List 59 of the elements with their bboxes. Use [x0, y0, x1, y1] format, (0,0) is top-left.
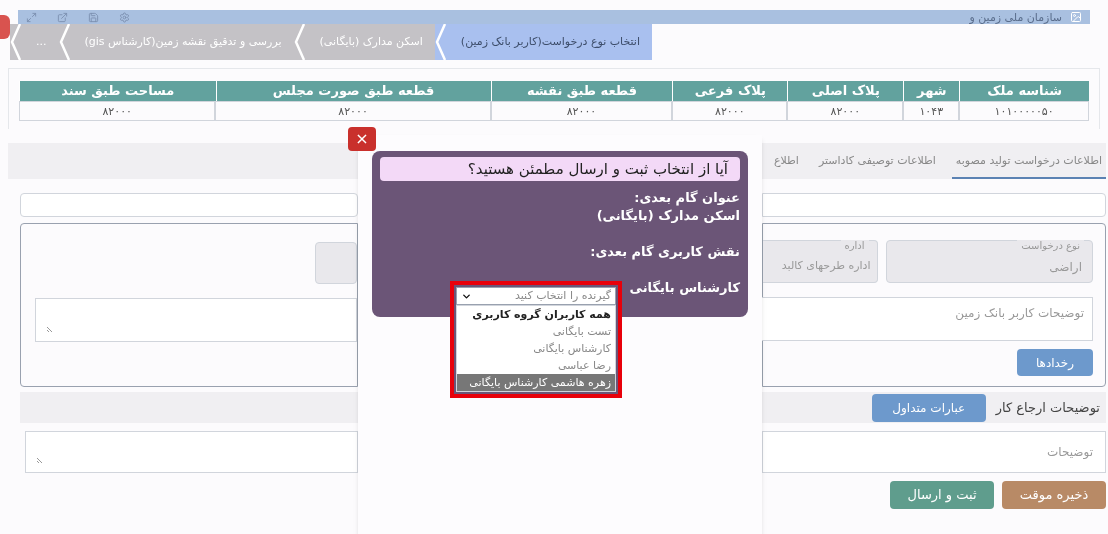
- table-cell: ۸۲۰۰۰: [490, 101, 673, 121]
- table-cell: ۱۰۱۰۰۰۰۰۵۰: [959, 101, 1089, 121]
- phrases-button[interactable]: عبارات متداول: [871, 393, 986, 422]
- alert-badge: [0, 15, 10, 39]
- field-label: اداره: [840, 240, 869, 252]
- breadcrumb-step[interactable]: بررسی و تدقیق نقشه زمین(کارشناس gis): [72, 24, 294, 60]
- save-icon[interactable]: [88, 11, 99, 23]
- save-draft-button[interactable]: ذخیره موقت: [1002, 481, 1106, 509]
- resize-handle-icon[interactable]: [46, 325, 54, 333]
- bank-notes-field[interactable]: توضیحات کاربر بانک زمین: [759, 297, 1093, 341]
- breadcrumb-step[interactable]: اسکن مدارک (بایگانی): [307, 24, 435, 60]
- field-value: اراضی: [1049, 259, 1082, 276]
- table-cell: ۸۲۰۰۰: [215, 101, 491, 121]
- next-step-value: اسکن مدارک (بایگانی): [595, 207, 740, 225]
- input-field[interactable]: [762, 193, 1106, 217]
- input-field[interactable]: [20, 193, 358, 217]
- column-header: قطعه طبق نقشه: [490, 81, 673, 101]
- external-link-icon[interactable]: [57, 11, 68, 23]
- tab[interactable]: اطلاع: [769, 152, 803, 179]
- close-button[interactable]: ×: [348, 127, 376, 151]
- settings-icon[interactable]: [119, 11, 130, 23]
- role-label: کارشناس بایگانی: [629, 279, 740, 297]
- disabled-field: [315, 242, 357, 284]
- column-header: شناسه ملک: [959, 81, 1089, 101]
- column-header: پلاک اصلی: [787, 81, 904, 101]
- column-header: پلاک فرعی: [672, 81, 788, 101]
- table-cell: ۸۲۰۰۰: [787, 101, 904, 121]
- dropdown-option[interactable]: زهره هاشمی کارشناس بایگانی: [457, 374, 615, 391]
- recipient-select[interactable]: گیرنده را انتخاب کنید: [456, 287, 616, 305]
- dropdown-option[interactable]: کارشناس بایگانی: [457, 340, 615, 357]
- table-cell: ۸۲۰۰۰: [672, 101, 788, 121]
- events-button[interactable]: رخدادها: [1017, 349, 1093, 376]
- org-title: سازمان ملی زمین و: [969, 11, 1062, 23]
- tab[interactable]: اطلاعات توصیفی کاداستر: [814, 152, 940, 179]
- field-value: اداره طرحهای کالبد: [781, 258, 871, 274]
- column-header: قطعه طبق صورت مجلس: [215, 81, 491, 101]
- column-header: مساحت طبق سند: [19, 81, 216, 101]
- dropdown-option[interactable]: همه کاربران گروه کاربری: [457, 306, 615, 323]
- submit-button[interactable]: ثبت و ارسال: [890, 481, 994, 509]
- referral-title: توضیحات ارجاع کار: [995, 398, 1100, 418]
- textarea-field[interactable]: [25, 431, 358, 473]
- textarea-field[interactable]: [35, 298, 357, 342]
- tab[interactable]: اطلاعات درخواست تولید مصوبه: [951, 152, 1106, 179]
- dropdown-option[interactable]: تست بایگانی: [457, 323, 615, 340]
- breadcrumb-step[interactable]: انتخاب نوع درخواست(کاربر بانک زمین): [448, 24, 652, 60]
- table-cell: ۱۰۴۳: [903, 101, 960, 121]
- dropdown-option[interactable]: رضا عباسی: [457, 357, 615, 374]
- logo-icon: [1070, 11, 1082, 23]
- next-step-label: عنوان گام بعدی:: [633, 189, 740, 207]
- resize-handle-icon[interactable]: [36, 456, 44, 464]
- table-cell: ۸۲۰۰۰: [19, 101, 216, 121]
- field-label: نوع درخواست: [1017, 240, 1084, 252]
- breadcrumb-step[interactable]: ...: [24, 24, 59, 60]
- dialog-title: آیا از انتخاب ثبت و ارسال مطمئن هستید؟: [380, 157, 740, 181]
- expand-icon[interactable]: [26, 11, 37, 23]
- notes-field[interactable]: توضیحات: [762, 431, 1106, 473]
- chevron-icon: [10, 24, 24, 60]
- next-role-label: نقش کاربری گام بعدی:: [589, 243, 740, 261]
- column-header: شهر: [903, 81, 960, 101]
